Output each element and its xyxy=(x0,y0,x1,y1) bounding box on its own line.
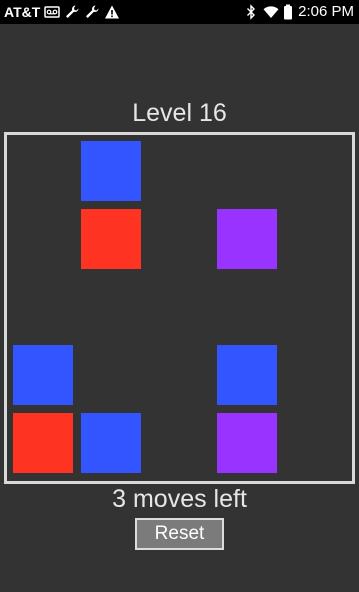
battery-icon xyxy=(283,4,293,20)
bluetooth-icon xyxy=(243,4,259,20)
wrench-icon xyxy=(64,4,80,20)
tile-red[interactable] xyxy=(81,209,141,269)
tile-purple[interactable] xyxy=(217,209,277,269)
status-bar: AT&T 2:06 PM xyxy=(0,0,359,24)
voicemail-icon xyxy=(44,4,61,20)
game-board[interactable] xyxy=(4,132,355,484)
reset-button[interactable]: Reset xyxy=(135,518,224,550)
wifi-icon xyxy=(263,4,279,20)
clock-time: 2:06 PM xyxy=(298,3,354,20)
tile-purple[interactable] xyxy=(217,413,277,473)
tile-red[interactable] xyxy=(13,413,73,473)
moves-left-label: 3 moves left xyxy=(112,485,247,513)
tile-blue[interactable] xyxy=(217,345,277,405)
status-bar-left: AT&T xyxy=(4,4,120,20)
level-title: Level 16 xyxy=(132,99,227,127)
wrench-icon xyxy=(84,4,100,20)
tile-blue[interactable] xyxy=(81,141,141,201)
tile-blue[interactable] xyxy=(13,345,73,405)
carrier-label: AT&T xyxy=(4,4,41,20)
tile-blue[interactable] xyxy=(81,413,141,473)
warning-icon xyxy=(104,4,120,20)
status-bar-right: 2:06 PM xyxy=(239,4,354,20)
